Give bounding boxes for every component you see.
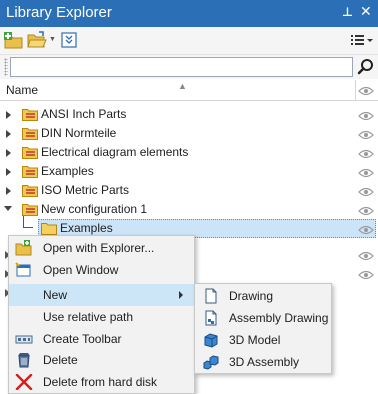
tree-item[interactable]: Examples <box>0 162 378 181</box>
menu-item-label: Use relative path <box>43 310 134 324</box>
visibility-icon[interactable] <box>358 85 374 99</box>
menu-item-open-window[interactable]: Open Window <box>9 259 194 281</box>
menu-item-use-relative-path[interactable]: Use relative path <box>9 306 194 328</box>
open-folder-icon[interactable] <box>27 31 49 51</box>
tree-item[interactable]: Electrical diagram elements <box>0 143 378 162</box>
tree-connector <box>23 216 33 228</box>
menu-item-label: Delete from hard disk <box>43 375 158 389</box>
submenu-item-label: 3D Assembly <box>229 355 300 369</box>
window-title: Library Explorer <box>6 4 112 21</box>
delete-disk-icon <box>15 373 33 391</box>
tree-item-label: ANSI Inch Parts <box>41 107 127 121</box>
title-bar: Library Explorer ⊥ ✕ <box>0 0 378 27</box>
library-folder-icon <box>22 146 38 159</box>
toolbar-icon <box>15 331 33 347</box>
toolbar: ▼ <box>0 27 378 55</box>
tree-item[interactable]: DIN Normteile <box>0 124 378 143</box>
visibility-icon[interactable] <box>358 167 374 181</box>
search-input[interactable] <box>10 57 353 77</box>
menu-item-create-toolbar[interactable]: Create Toolbar <box>9 328 194 350</box>
explorer-icon <box>15 240 33 256</box>
tree-item-label: ISO Metric Parts <box>41 183 130 197</box>
library-folder-icon <box>22 127 38 140</box>
folder-icon <box>41 222 57 235</box>
new-submenu: Drawing Assembly Drawing 3D Model 3D Ass… <box>194 283 332 374</box>
menu-item-delete[interactable]: Delete <box>9 349 194 371</box>
library-folder-icon <box>22 108 38 121</box>
grip-handle[interactable] <box>4 58 8 76</box>
column-divider[interactable] <box>355 80 356 101</box>
name-column-header[interactable]: Name <box>6 83 38 97</box>
menu-item-label: Open with Explorer... <box>43 241 155 255</box>
submenu-item-label: Assembly Drawing <box>229 311 329 325</box>
collapse-icon[interactable] <box>4 206 12 211</box>
expand-icon[interactable] <box>6 187 11 195</box>
chevron-down-icon[interactable]: ▼ <box>49 36 56 43</box>
sort-ascending-icon[interactable]: ▲ <box>178 81 187 91</box>
expand-icon[interactable] <box>6 130 11 138</box>
tree-item[interactable]: ISO Metric Parts <box>0 181 378 200</box>
expand-icon[interactable] <box>6 149 11 157</box>
expand-icon[interactable] <box>6 168 11 176</box>
pin-icon[interactable]: ⊥ <box>342 5 353 19</box>
tree-item-label: Examples <box>60 221 113 235</box>
library-folder-icon <box>22 184 38 197</box>
tree-item-label: Electrical diagram elements <box>41 145 189 159</box>
library-folder-icon <box>22 203 38 216</box>
menu-item-new[interactable]: New <box>9 284 194 306</box>
3d-assembly-icon <box>203 354 219 370</box>
library-folder-icon <box>22 165 38 178</box>
tree-item-label: New configuration 1 <box>41 202 148 216</box>
search-bar <box>0 55 378 79</box>
visibility-icon[interactable] <box>358 110 374 124</box>
menu-item-label: Open Window <box>43 263 119 277</box>
drawing-icon <box>203 288 219 304</box>
delete-icon <box>15 352 33 368</box>
submenu-item-3d-assembly[interactable]: 3D Assembly <box>195 351 331 373</box>
new-library-icon[interactable] <box>4 31 26 51</box>
visibility-icon[interactable] <box>358 186 374 200</box>
menu-item-open-with-explorer[interactable]: Open with Explorer... <box>9 237 194 259</box>
window-icon <box>15 262 33 278</box>
visibility-icon[interactable] <box>358 148 374 162</box>
menu-item-label: New <box>43 288 68 302</box>
tree-item-label: Examples <box>41 164 94 178</box>
list-view-icon[interactable] <box>349 31 373 51</box>
tree-item-label: DIN Normteile <box>41 126 117 140</box>
assembly-drawing-icon <box>203 310 219 326</box>
submenu-item-label: Drawing <box>229 289 274 303</box>
tree-item-configuration[interactable]: New configuration 1 <box>0 200 378 219</box>
visibility-icon[interactable] <box>356 264 378 283</box>
column-header: Name ▲ <box>0 80 378 101</box>
menu-item-label: Delete <box>43 353 78 367</box>
visibility-icon[interactable] <box>356 245 378 264</box>
search-icon[interactable] <box>356 57 376 77</box>
expand-icon[interactable] <box>6 111 11 119</box>
submenu-item-3d-model[interactable]: 3D Model <box>195 329 331 351</box>
visibility-icon[interactable] <box>358 205 374 219</box>
3d-model-icon <box>203 332 219 348</box>
menu-item-delete-from-hard-disk[interactable]: Delete from hard disk <box>9 371 194 393</box>
submenu-item-label: 3D Model <box>229 333 281 347</box>
submenu-item-assembly-drawing[interactable]: Assembly Drawing <box>195 307 331 329</box>
visibility-icon[interactable] <box>358 129 374 143</box>
submenu-arrow-icon <box>179 291 183 299</box>
tree-item[interactable]: ANSI Inch Parts <box>0 105 378 124</box>
context-menu: Open with Explorer... Open Window New Us… <box>8 235 195 394</box>
close-icon[interactable]: ✕ <box>360 3 372 20</box>
submenu-item-drawing[interactable]: Drawing <box>195 285 331 307</box>
visibility-icon[interactable] <box>358 224 374 238</box>
collapse-all-icon[interactable] <box>60 31 82 51</box>
menu-item-label: Create Toolbar <box>43 332 122 346</box>
